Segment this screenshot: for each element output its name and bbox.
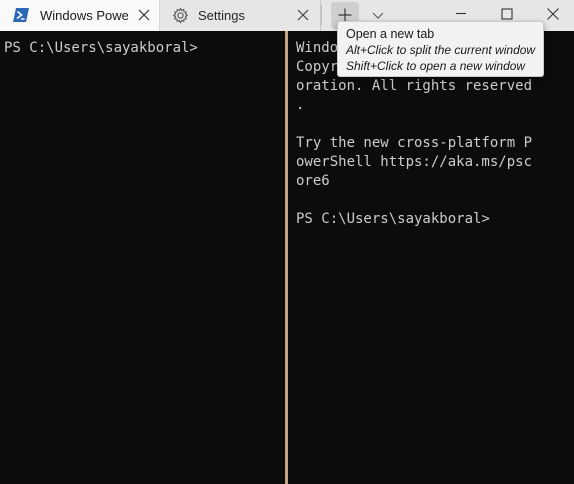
powershell-icon [13, 8, 29, 22]
terminal-line: owerShell https://aka.ms/psc [296, 154, 533, 170]
maximize-icon [501, 8, 513, 20]
tab-title: Windows PowerShell [40, 8, 128, 23]
terminal-line: oration. All rights reserved [296, 78, 533, 94]
tooltip-hint-split: Alt+Click to split the current window [346, 43, 536, 57]
minimize-icon [456, 12, 466, 15]
terminal-output-left: PS C:\Users\sayakboral> [4, 39, 198, 58]
terminal-line: PS C:\Users\sayakboral> [4, 40, 198, 56]
terminal-line: Try the new cross-platform P [296, 135, 533, 151]
close-icon [547, 8, 559, 20]
terminal-line: PS C:\Users\sayakboral> [296, 211, 490, 227]
pane-splitter-bar [285, 31, 288, 484]
plus-icon [338, 8, 352, 22]
tab-divider [321, 5, 322, 25]
terminal-pane-right[interactable]: Windows PowerShellCopyright (C) Microsof… [289, 31, 574, 484]
tab-settings[interactable]: Settings [161, 0, 321, 31]
gear-icon [172, 7, 189, 24]
terminal-line: ore6 [296, 173, 330, 189]
close-icon[interactable] [136, 7, 152, 23]
tooltip-title: Open a new tab [346, 27, 435, 41]
terminal-pane-left[interactable]: PS C:\Users\sayakboral> [0, 31, 284, 484]
terminal-line: . [296, 97, 305, 113]
tab-windows-powershell[interactable]: Windows PowerShell [0, 0, 160, 31]
chevron-down-icon [372, 12, 384, 19]
terminal-window: Windows PowerShell Settings [0, 0, 574, 484]
tooltip-hint-new-window: Shift+Click to open a new window [346, 59, 526, 73]
close-icon[interactable] [295, 7, 311, 23]
new-tab-tooltip: Open a new tab Alt+Click to split the cu… [337, 21, 544, 77]
tab-title: Settings [198, 8, 245, 23]
